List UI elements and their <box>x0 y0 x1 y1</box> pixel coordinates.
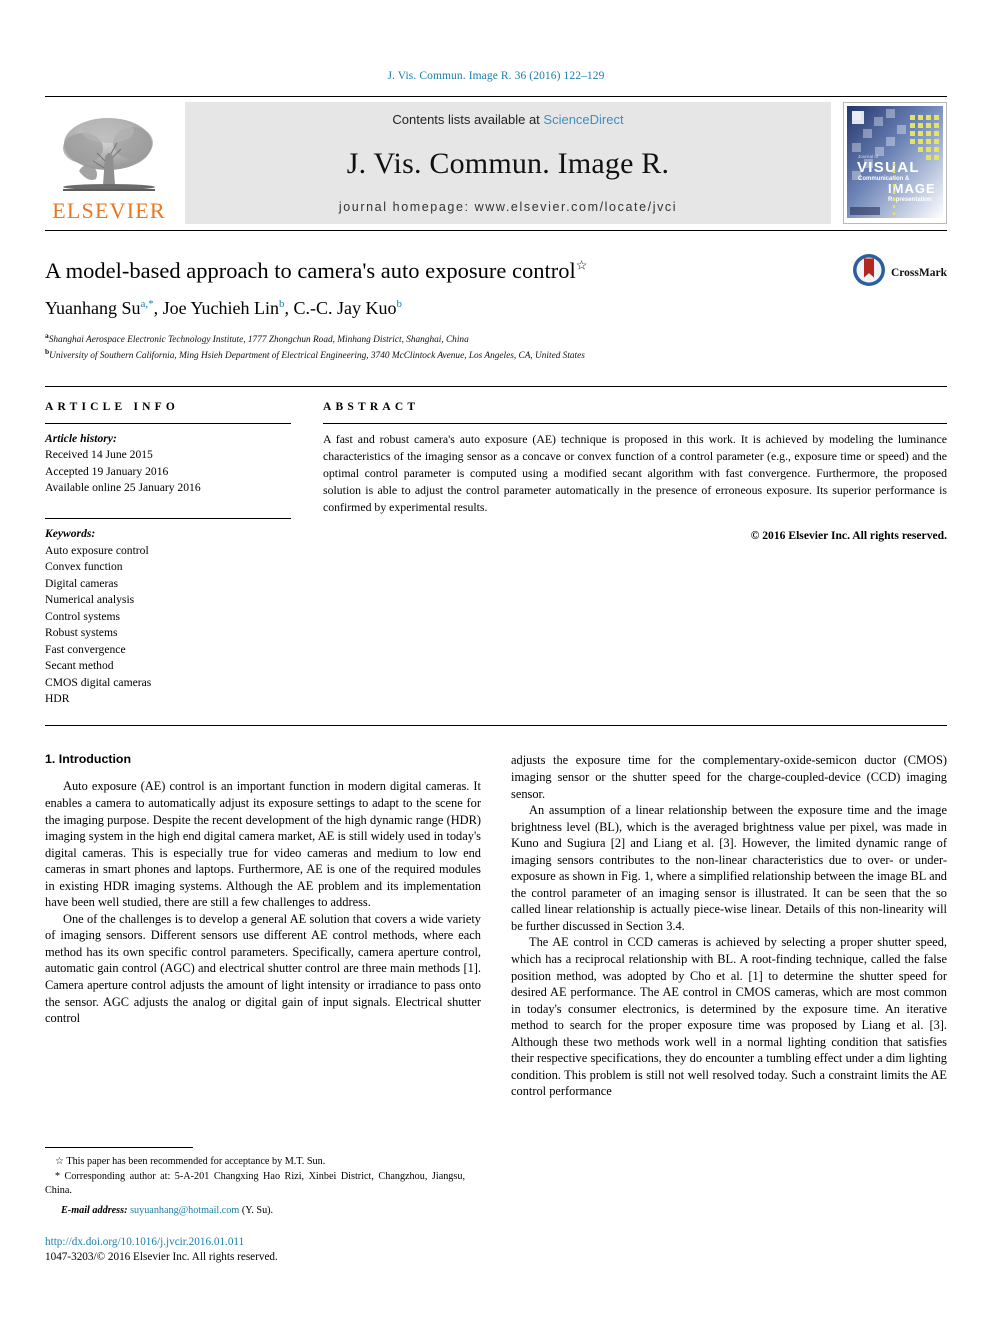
history-item: Accepted 19 January 2016 <box>45 464 169 478</box>
body-columns: 1. Introduction Auto exposure (AE) contr… <box>0 752 992 1099</box>
info-bottom-rule <box>45 725 947 727</box>
footnote-acceptance: ☆ This paper has been recommended for ac… <box>45 1155 465 1169</box>
crossmark-label: CrossMark <box>890 266 947 279</box>
issn-copyright: 1047-3203/© 2016 Elsevier Inc. All right… <box>45 1250 278 1263</box>
abstract-text: A fast and robust camera's auto exposure… <box>323 431 947 515</box>
footnote-corresponding-text: Corresponding author at: 5-A-201 Changxi… <box>45 1170 466 1196</box>
abstract-copyright: © 2016 Elsevier Inc. All rights reserved… <box>750 529 947 543</box>
body-paragraph: One of the challenges is to develop a ge… <box>45 911 481 1026</box>
article-history-label: Article history: <box>45 431 117 445</box>
footnote-star-marker: ☆ <box>55 1155 64 1167</box>
keyword-item: Fast convergence <box>45 642 126 656</box>
keyword-item: Numerical analysis <box>45 593 135 607</box>
crossmark-icon <box>852 253 886 292</box>
keyword-item: Convex function <box>45 560 123 574</box>
info-abstract-section: ARTICLE INFO Article history: Received 1… <box>0 385 992 727</box>
body-paragraph: The AE control in CCD cameras is achieve… <box>511 935 947 1099</box>
author-name: C.-C. Jay Kuo <box>293 298 397 319</box>
email-suffix: (Y. Su). <box>241 1204 274 1216</box>
affiliation-text: University of Southern California, Ming … <box>49 351 585 362</box>
abstract-rule <box>323 422 947 424</box>
body-right-column: adjusts the exposure time for the comple… <box>511 752 947 1099</box>
section-heading-introduction: 1. Introduction <box>45 752 132 767</box>
keyword-item: Control systems <box>45 609 121 623</box>
svg-text:VISUAL: VISUAL <box>857 159 920 176</box>
article-history-group: Article history: Received 14 June 2015 A… <box>45 431 291 497</box>
keyword-item: Digital cameras <box>45 576 119 590</box>
keyword-item: Auto exposure control <box>45 543 149 557</box>
elsevier-logo: ELSEVIER <box>45 102 173 224</box>
page-footer: ☆ This paper has been recommended for ac… <box>45 1146 465 1265</box>
masthead-center-panel: Contents lists available at ScienceDirec… <box>185 102 831 224</box>
footnote-acceptance-text: This paper has been recommended for acce… <box>66 1155 326 1167</box>
keywords-list: Auto exposure control Convex function Di… <box>45 543 291 708</box>
masthead-bottom-rule <box>45 230 947 231</box>
elsevier-tree-icon <box>59 113 159 199</box>
doi-link[interactable]: http://dx.doi.org/10.1016/j.jvcir.2016.0… <box>45 1235 465 1250</box>
affiliation-text: Shanghai Aerospace Electronic Technology… <box>48 334 469 345</box>
keywords-group: Keywords: Auto exposure control Convex f… <box>45 518 291 707</box>
footnote-asterisk-marker: * <box>55 1170 60 1182</box>
affiliation-item: bUniversity of Southern California, Ming… <box>45 347 947 364</box>
title-footnote-marker: ☆ <box>575 257 588 273</box>
author-affil-marker: a,* <box>140 298 154 311</box>
body-paragraph: An assumption of a linear relationship b… <box>511 803 947 933</box>
email-link[interactable]: suyuanhang@hotmail.com <box>130 1205 239 1216</box>
article-info-column: ARTICLE INFO Article history: Received 1… <box>45 401 291 708</box>
journal-title: J. Vis. Commun. Image R. <box>346 146 670 180</box>
running-head: J. Vis. Commun. Image R. 36 (2016) 122–1… <box>387 70 605 82</box>
keywords-label: Keywords: <box>45 527 96 541</box>
abstract-heading: ABSTRACT <box>323 400 420 413</box>
title-block: CrossMark A model-based approach to came… <box>0 254 992 364</box>
page-title: A model-based approach to camera's auto … <box>45 257 947 285</box>
article-info-rule <box>45 422 291 424</box>
journal-homepage-link[interactable]: journal homepage: www.elsevier.com/locat… <box>339 200 677 214</box>
masthead-top-rule <box>45 96 947 97</box>
sciencedirect-link[interactable]: ScienceDirect <box>543 112 623 127</box>
keyword-item: Secant method <box>45 659 114 673</box>
article-info-heading: ARTICLE INFO <box>45 400 180 413</box>
keyword-item: CMOS digital cameras <box>45 675 152 689</box>
footnote-corresponding-author: * Corresponding author at: 5-A-201 Chang… <box>45 1170 465 1198</box>
author-list: Yuanhang Sua,*, Joe Yuchieh Linb, C.-C. … <box>45 298 402 319</box>
doi-block: http://dx.doi.org/10.1016/j.jvcir.2016.0… <box>45 1235 465 1265</box>
affiliation-item: aShanghai Aerospace Electronic Technolog… <box>45 331 947 348</box>
author-affil-marker: b <box>278 298 285 311</box>
footnote-email: E-mail address: suyuanhang@hotmail.com (… <box>45 1205 465 1216</box>
affiliation-list: aShanghai Aerospace Electronic Technolog… <box>45 331 947 364</box>
journal-cover-thumbnail: Journal of VISUAL Communication & IMAGE … <box>843 102 947 224</box>
keyword-item: HDR <box>45 691 70 705</box>
body-left-column: 1. Introduction Auto exposure (AE) contr… <box>45 752 481 1099</box>
author-entry: Joe Yuchieh Linb <box>163 298 285 318</box>
abstract-column: ABSTRACT A fast and robust camera's auto… <box>323 401 947 708</box>
author-name: Yuanhang Su <box>45 298 141 319</box>
contents-prefix: Contents lists available at <box>392 112 544 127</box>
email-label: E-mail address: <box>61 1204 128 1216</box>
keywords-rule <box>45 518 291 520</box>
journal-masthead: ELSEVIER Contents lists available at Sci… <box>0 96 992 231</box>
contents-available-line: Contents lists available at ScienceDirec… <box>392 112 623 127</box>
author-entry: C.-C. Jay Kuob <box>293 298 402 318</box>
author-entry: Yuanhang Sua,* <box>45 298 154 318</box>
body-paragraph: Auto exposure (AE) control is an importa… <box>45 779 481 910</box>
history-item: Received 14 June 2015 <box>45 448 153 462</box>
author-affil-marker: b <box>396 298 402 311</box>
keyword-item: Robust systems <box>45 626 118 640</box>
body-paragraph: adjusts the exposure time for the comple… <box>511 753 947 801</box>
crossmark-badge[interactable]: CrossMark <box>852 253 947 292</box>
paper-title-text: A model-based approach to camera's auto … <box>45 258 576 283</box>
footnote-rule <box>45 1146 193 1148</box>
author-name: Joe Yuchieh Lin <box>162 298 279 319</box>
history-item: Available online 25 January 2016 <box>45 481 201 494</box>
article-page: J. Vis. Commun. Image R. 36 (2016) 122–1… <box>0 0 992 1323</box>
elsevier-wordmark: ELSEVIER <box>52 198 166 223</box>
